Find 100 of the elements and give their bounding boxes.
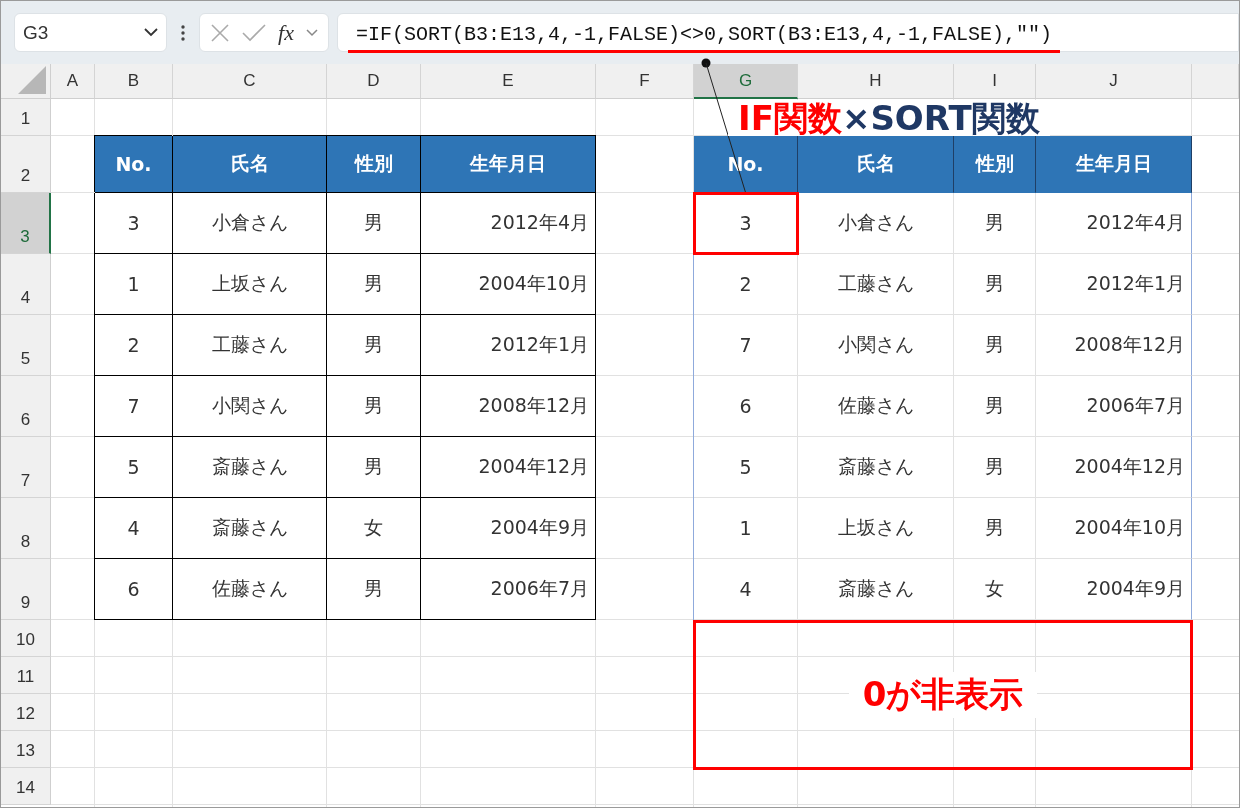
chevron-down-icon[interactable] <box>305 28 318 37</box>
row-header[interactable]: 6 <box>1 376 51 437</box>
select-all-button[interactable] <box>1 64 51 99</box>
table-cell: 男 <box>327 254 421 315</box>
table-cell: 佐藤さん <box>798 376 954 437</box>
table-cell: 2006年7月 <box>1036 376 1192 437</box>
table-cell: 上坂さん <box>173 254 327 315</box>
column-heading: 性別 <box>327 136 421 193</box>
row-header[interactable]: 11 <box>1 657 51 694</box>
table-cell: 2004年12月 <box>1036 437 1192 498</box>
table-cell: 2 <box>95 315 173 376</box>
table-cell: 男 <box>327 376 421 437</box>
column-heading: 生年月日 <box>1036 136 1192 193</box>
column-header[interactable]: H <box>798 64 954 99</box>
row-header[interactable]: 9 <box>1 559 51 620</box>
row-header[interactable]: 8 <box>1 498 51 559</box>
table-cell: 6 <box>694 376 798 437</box>
row-header[interactable]: 2 <box>1 136 51 193</box>
table-cell: 2004年9月 <box>1036 559 1192 620</box>
column-header[interactable]: G <box>694 64 798 99</box>
table-cell: 小倉さん <box>173 193 327 254</box>
column-heading: No. <box>95 136 173 193</box>
table-cell: 斎藤さん <box>798 559 954 620</box>
insert-function-button[interactable]: fx <box>278 19 294 46</box>
table-cell: 男 <box>327 437 421 498</box>
row-header[interactable]: 7 <box>1 437 51 498</box>
row-header[interactable]: 5 <box>1 315 51 376</box>
column-header[interactable]: A <box>51 64 95 99</box>
annotation-title: IF関数×SORT関数 <box>728 100 1050 136</box>
row-header[interactable]: 10 <box>1 620 51 657</box>
column-header[interactable]: I <box>954 64 1036 99</box>
table-cell: 3 <box>694 193 798 254</box>
table-cell: 男 <box>954 376 1036 437</box>
table-cell: 4 <box>95 498 173 559</box>
table-cell: 女 <box>327 498 421 559</box>
table-cell: 2004年10月 <box>1036 498 1192 559</box>
table-cell: 2006年7月 <box>421 559 596 620</box>
table-cell: 男 <box>327 315 421 376</box>
table-cell: 小関さん <box>173 376 327 437</box>
row-header[interactable]: 13 <box>1 731 51 768</box>
table-cell: 2004年12月 <box>421 437 596 498</box>
column-header[interactable]: C <box>173 64 327 99</box>
table-cell: 2012年4月 <box>1036 193 1192 254</box>
table-cell: 男 <box>327 193 421 254</box>
table-cell: 2004年9月 <box>421 498 596 559</box>
column-heading: No. <box>694 136 798 193</box>
table-cell: 小倉さん <box>798 193 954 254</box>
table-cell: 男 <box>327 559 421 620</box>
table-cell: 工藤さん <box>798 254 954 315</box>
table-cell: 2 <box>694 254 798 315</box>
column-heading: 氏名 <box>173 136 327 193</box>
table-cell: 男 <box>954 498 1036 559</box>
chevron-down-icon <box>144 28 158 37</box>
table-cell: 男 <box>954 437 1036 498</box>
cancel-icon[interactable] <box>210 22 230 43</box>
table-cell: 2012年1月 <box>421 315 596 376</box>
check-icon[interactable] <box>242 23 266 42</box>
table-cell: 工藤さん <box>173 315 327 376</box>
table-cell: 3 <box>95 193 173 254</box>
table-cell: 佐藤さん <box>173 559 327 620</box>
table-cell: 7 <box>694 315 798 376</box>
column-heading: 生年月日 <box>421 136 596 193</box>
column-header[interactable]: E <box>421 64 596 99</box>
table-cell: 4 <box>694 559 798 620</box>
table-cell: 7 <box>95 376 173 437</box>
table-cell: 小関さん <box>798 315 954 376</box>
table-cell: 斎藤さん <box>173 437 327 498</box>
column-heading: 性別 <box>954 136 1036 193</box>
table-cell: 6 <box>95 559 173 620</box>
name-box[interactable]: G3 <box>14 13 167 52</box>
column-heading: 氏名 <box>798 136 954 193</box>
table-cell: 上坂さん <box>798 498 954 559</box>
table-cell: 5 <box>694 437 798 498</box>
table-cell: 5 <box>95 437 173 498</box>
row-header[interactable]: 14 <box>1 768 51 805</box>
row-header[interactable]: 1 <box>1 99 51 136</box>
table-cell: 男 <box>954 254 1036 315</box>
column-header[interactable] <box>1192 64 1239 99</box>
table-cell: 2012年4月 <box>421 193 596 254</box>
formula-field[interactable]: =IF(SORT(B3:E13,4,-1,FALSE)<>0,SORT(B3:E13,4,-1,FALSE),"") <box>337 13 1239 52</box>
table-cell: 男 <box>954 193 1036 254</box>
table-cell: 1 <box>694 498 798 559</box>
table-cell: 斎藤さん <box>798 437 954 498</box>
column-header[interactable]: J <box>1036 64 1192 99</box>
row-header[interactable]: 12 <box>1 694 51 731</box>
column-header[interactable]: B <box>95 64 173 99</box>
annotation-text: 0が非表示 <box>848 672 1038 718</box>
table-cell: 2008年12月 <box>421 376 596 437</box>
table-cell: 女 <box>954 559 1036 620</box>
row-header[interactable]: 3 <box>1 193 51 254</box>
column-header[interactable]: F <box>596 64 694 99</box>
table-cell: 1 <box>95 254 173 315</box>
table-cell: 2012年1月 <box>1036 254 1192 315</box>
row-header[interactable]: 4 <box>1 254 51 315</box>
table-cell: 男 <box>954 315 1036 376</box>
table-cell: 2004年10月 <box>421 254 596 315</box>
more-options-icon[interactable] <box>181 24 185 41</box>
table-cell: 2008年12月 <box>1036 315 1192 376</box>
formula-text: =IF(SORT(B3:E13,4,-1,FALSE)<>0,SORT(B3:E13,4,-1,FALSE),"") <box>348 20 1061 53</box>
column-header[interactable]: D <box>327 64 421 99</box>
